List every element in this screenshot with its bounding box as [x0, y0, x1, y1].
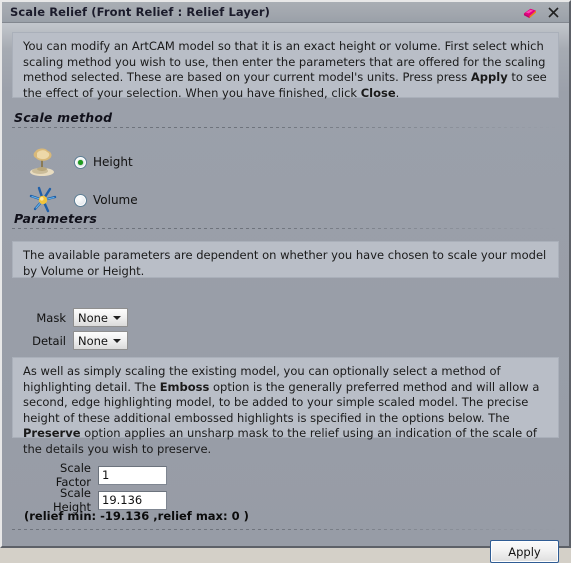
- detail-method-info-panel: As well as simply scaling the existing m…: [12, 357, 559, 456]
- apply-button[interactable]: Apply: [490, 540, 559, 563]
- detail-row: Detail None: [24, 331, 128, 350]
- scale-method-option-height[interactable]: Height: [26, 147, 133, 177]
- intro-description-panel: You can modify an ArtCAM model so that i…: [12, 32, 559, 100]
- scale-height-input[interactable]: [98, 490, 167, 510]
- volume-radio-wrap[interactable]: Volume: [74, 193, 138, 207]
- volume-radio-label: Volume: [93, 193, 138, 207]
- preserve-emphasis: Preserve: [23, 426, 81, 440]
- titlebar-icon-group: [522, 5, 560, 19]
- scale-factor-label: Scale Factor: [55, 461, 91, 489]
- scale-relief-dialog: Scale Relief (Front Relief : Relief Laye…: [0, 0, 571, 563]
- emboss-emphasis: Emboss: [159, 379, 210, 394]
- parameters-info-panel: The available parameters are dependent o…: [12, 241, 559, 278]
- detail-label: Detail: [32, 333, 66, 348]
- relief-range-text: (relief min: -19.136 ,relief max: 0 ): [24, 509, 249, 523]
- mask-select[interactable]: None: [73, 308, 128, 327]
- mask-label: Mask: [36, 310, 66, 325]
- detail-combo-wrap[interactable]: None: [73, 331, 128, 350]
- detail-select[interactable]: None: [73, 331, 128, 350]
- intro-close-emphasis: Close: [360, 85, 396, 100]
- intro-text-part-1: You can modify an ArtCAM model so that i…: [23, 39, 546, 84]
- height-relief-icon: [26, 147, 62, 177]
- title-bar[interactable]: Scale Relief (Front Relief : Relief Laye…: [2, 2, 569, 23]
- close-icon[interactable]: [546, 5, 560, 19]
- scale-factor-input[interactable]: [98, 465, 167, 485]
- scale-factor-row: Scale Factor: [24, 461, 167, 489]
- parameters-header: Parameters: [14, 211, 97, 226]
- height-radio-label: Height: [93, 155, 133, 169]
- mask-row: Mask None: [24, 308, 128, 327]
- volume-radio[interactable]: [74, 193, 87, 207]
- parameters-divider: [12, 228, 557, 229]
- window-title: Scale Relief (Front Relief : Relief Laye…: [10, 5, 271, 19]
- height-radio[interactable]: [74, 155, 87, 169]
- intro-text-part-3: .: [395, 85, 400, 100]
- detail-info-part-3: option applies an unsharp mask to the re…: [23, 426, 537, 456]
- scale-method-divider: [12, 127, 557, 128]
- scale-method-header: Scale method: [14, 110, 113, 125]
- intro-apply-emphasis: Apply: [470, 70, 508, 84]
- relief-layer-icon: [522, 6, 537, 19]
- height-radio-wrap[interactable]: Height: [74, 155, 133, 169]
- dialog-body: You can modify an ArtCAM model so that i…: [2, 23, 569, 563]
- mask-combo-wrap[interactable]: None: [73, 308, 128, 327]
- footer-divider: [12, 529, 557, 530]
